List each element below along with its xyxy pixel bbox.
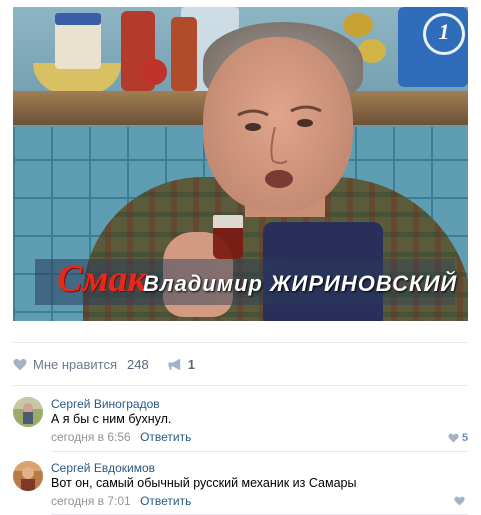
heart-icon: [13, 358, 27, 371]
share-button[interactable]: 1: [167, 357, 195, 372]
comment-like-button[interactable]: [454, 496, 468, 506]
comment-meta: сегодня в 7:01 Ответить: [51, 494, 191, 508]
avatar[interactable]: [13, 461, 43, 491]
like-label: Мне нравится: [33, 356, 118, 372]
like-count: 248: [127, 356, 149, 372]
reply-link[interactable]: Ответить: [140, 430, 191, 444]
divider: [51, 451, 468, 452]
shot-glass: [213, 215, 243, 259]
comment: Сергей Виноградов А я бы с ним бухнул. с…: [13, 397, 468, 445]
post-actions: Мне нравится 248 1: [13, 354, 195, 374]
comment-like-button[interactable]: 5: [448, 432, 468, 444]
show-logo: Смак: [57, 258, 147, 300]
comment-time[interactable]: сегодня в 6:56: [51, 430, 131, 444]
heart-icon: [454, 496, 465, 506]
comment-author[interactable]: Сергей Виноградов: [51, 397, 160, 411]
divider: [13, 385, 468, 386]
comment-like-count: 5: [461, 432, 468, 444]
caption-name: Владимир ЖИРИНОВСКИЙ: [143, 271, 458, 296]
divider: [13, 342, 468, 343]
share-count: 1: [187, 356, 195, 372]
comment: Сергей Евдокимов Вот он, самый обычный р…: [13, 461, 468, 509]
channel-logo: 1: [423, 13, 465, 55]
person-face: [203, 37, 353, 212]
megaphone-icon: [167, 358, 183, 371]
like-button[interactable]: Мне нравится 248: [13, 357, 149, 372]
channel-logo-text: 1: [438, 19, 450, 44]
avatar[interactable]: [13, 397, 43, 427]
post-video[interactable]: 1 Смак Владимир ЖИРИНОВСКИЙ: [13, 7, 468, 321]
comment-meta: сегодня в 6:56 Ответить: [51, 430, 191, 444]
comment-time[interactable]: сегодня в 7:01: [51, 494, 131, 508]
comment-author[interactable]: Сергей Евдокимов: [51, 461, 155, 475]
comment-text: А я бы с ним бухнул.: [51, 412, 172, 426]
comment-text: Вот он, самый обычный русский механик из…: [51, 476, 357, 490]
reply-link[interactable]: Ответить: [140, 494, 191, 508]
heart-icon: [448, 433, 459, 443]
